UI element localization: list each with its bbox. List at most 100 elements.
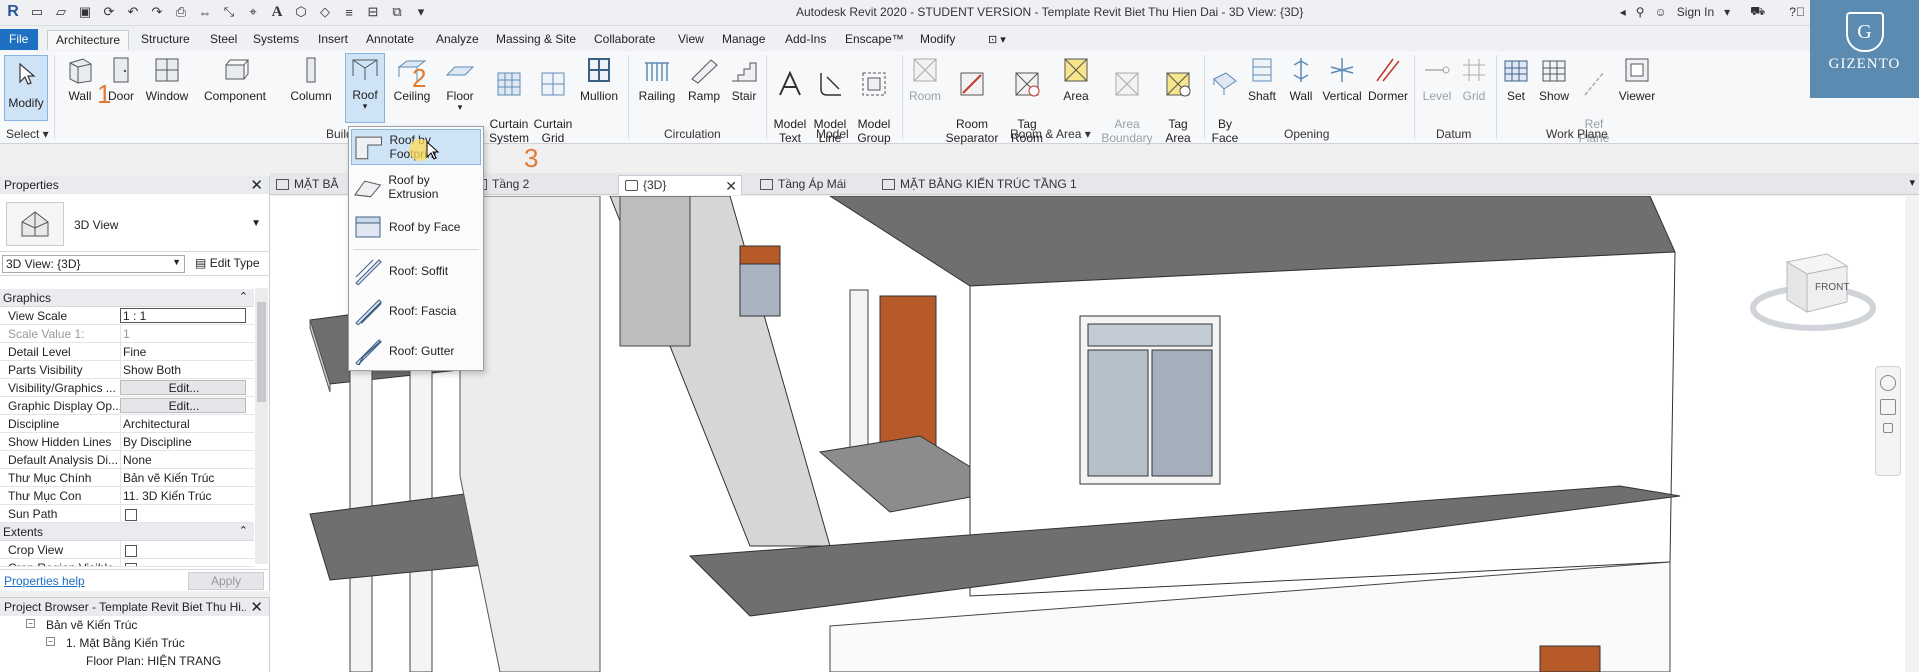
tab-massing-site[interactable]: Massing & Site	[488, 30, 584, 50]
default-analysis-field[interactable]: None	[120, 451, 254, 468]
mullion-button[interactable]: Mullion	[576, 55, 622, 103]
tag-area-button[interactable]: Tag Area	[1156, 55, 1200, 145]
railing-button[interactable]: Railing	[636, 55, 678, 103]
visibility-graphics-edit-button[interactable]: Edit...	[120, 380, 246, 395]
stair-button[interactable]: Stair	[726, 55, 762, 103]
save-icon[interactable]: ▣	[76, 3, 94, 21]
tab-manage[interactable]: Manage	[714, 30, 773, 50]
menu-item-roof-fascia[interactable]: Roof: Fascia	[351, 293, 481, 329]
menu-item-roof-by-face[interactable]: Roof by Face	[351, 209, 481, 245]
tab-modify[interactable]: Modify	[912, 30, 963, 50]
close-browser-icon[interactable]: ✕	[246, 598, 263, 616]
modify-button[interactable]: Modify	[4, 55, 48, 121]
room-separator-button[interactable]: Room Separator	[944, 55, 1000, 145]
viewport-scrollbar[interactable]	[1905, 196, 1919, 672]
binoculars-icon[interactable]: ⚲	[1636, 5, 1645, 19]
3d-view-icon[interactable]: ⬡	[292, 3, 310, 21]
view-tab-mat-bang[interactable]: MẶT BẰ	[270, 175, 346, 195]
tab-architecture[interactable]: Architecture	[47, 30, 130, 50]
tab-enscape[interactable]: Enscape™	[837, 30, 912, 50]
column-button[interactable]: Column	[288, 55, 334, 103]
parts-visibility-field[interactable]: Show Both	[120, 361, 254, 378]
main-folder-field[interactable]: Bản vẽ Kiến Trúc	[120, 469, 254, 486]
discipline-field[interactable]: Architectural	[120, 415, 254, 432]
show-hidden-lines-field[interactable]: By Discipline	[120, 433, 254, 450]
tree-item[interactable]: Floor Plan: HIỆN TRANG	[0, 652, 269, 670]
crop-view-checkbox[interactable]	[125, 545, 137, 557]
area-boundary-button[interactable]: Area Boundary	[1100, 55, 1154, 145]
view-instance-select[interactable]: 3D View: {3D} ▼	[2, 255, 185, 273]
graphic-display-edit-button[interactable]: Edit...	[120, 398, 246, 413]
sign-in-link[interactable]: Sign In	[1677, 5, 1714, 19]
roof-button[interactable]: Roof ▾	[345, 53, 385, 123]
print-icon[interactable]: ⎙	[172, 3, 190, 21]
detail-level-field[interactable]: Fine	[120, 343, 254, 360]
section-icon[interactable]: ◇	[316, 3, 334, 21]
tab-view[interactable]: View	[670, 30, 712, 50]
sun-path-checkbox[interactable]	[125, 509, 137, 521]
back-arrow-icon[interactable]: ◂	[1620, 5, 1626, 19]
viewcube[interactable]: FRONT	[1747, 236, 1879, 336]
menu-item-roof-gutter[interactable]: Roof: Gutter	[351, 333, 481, 369]
model-group-button[interactable]: Model Group	[852, 55, 896, 145]
switch-windows-icon[interactable]: ⧉	[388, 3, 406, 21]
scroll-thumb[interactable]	[257, 302, 266, 402]
opening-wall-button[interactable]: Wall	[1284, 55, 1318, 103]
section-graphics[interactable]: Graphics ⌃	[0, 289, 254, 307]
curtain-system-button[interactable]: Curtain System	[486, 55, 532, 145]
tab-systems[interactable]: Systems	[245, 30, 307, 50]
close-properties-icon[interactable]: ✕	[250, 176, 263, 194]
revit-logo-icon[interactable]: R	[4, 3, 22, 21]
panel-room-area[interactable]: Room & Area ▾	[1010, 127, 1091, 141]
tab-collaborate[interactable]: Collaborate	[586, 30, 663, 50]
open-file-icon[interactable]: ▭	[28, 3, 46, 21]
view-tab-mat-bang-tang-1[interactable]: MẶT BẰNG KIẾN TRÚC TẦNG 1	[876, 175, 1085, 195]
tab-structure[interactable]: Structure	[133, 30, 198, 50]
tree-item[interactable]: − Bản vẽ Kiến Trúc	[0, 616, 269, 634]
steering-wheel-icon[interactable]	[1880, 375, 1896, 391]
view-tab-3d[interactable]: {3D} ✕	[618, 175, 742, 195]
component-button[interactable]: Component	[202, 55, 268, 103]
vertical-button[interactable]: Vertical	[1320, 55, 1364, 103]
tab-steel[interactable]: Steel	[202, 30, 245, 50]
close-tab-icon[interactable]: ✕	[725, 178, 737, 195]
zoom-icon[interactable]	[1880, 399, 1896, 415]
tab-add-ins[interactable]: Add-Ins	[777, 30, 834, 50]
ribbon-minimize-icon[interactable]: ⊡ ▾	[980, 31, 1014, 51]
type-selector[interactable]: 3D View ▼	[0, 194, 269, 252]
tag-icon[interactable]: ⌖	[244, 3, 262, 21]
floor-button[interactable]: Floor ▾	[440, 55, 480, 112]
panel-select[interactable]: Select ▾	[6, 127, 49, 141]
shaft-button[interactable]: Shaft	[1242, 55, 1282, 103]
viewer-button[interactable]: Viewer	[1614, 55, 1660, 103]
measure-icon[interactable]: ⇔	[196, 3, 214, 21]
opening-by-face-button[interactable]: By Face	[1208, 55, 1242, 145]
room-button[interactable]: Room	[906, 55, 944, 103]
view-tab-tang-ap-mai[interactable]: Tầng Áp Mái	[754, 175, 854, 195]
undo-icon[interactable]: ↶	[124, 3, 142, 21]
view-scale-field[interactable]: 1 : 1	[120, 308, 246, 323]
grid-button[interactable]: Grid	[1456, 55, 1492, 103]
menu-item-roof-by-extrusion[interactable]: Roof by Extrusion	[351, 169, 481, 205]
close-hidden-icon[interactable]: ⊟	[364, 3, 382, 21]
wall-button[interactable]: Wall	[62, 55, 98, 103]
ramp-button[interactable]: Ramp	[686, 55, 722, 103]
text-icon[interactable]: A	[268, 3, 286, 21]
qat-customize-icon[interactable]: ▾	[412, 3, 430, 21]
tab-list-icon[interactable]: ▾	[1909, 176, 1915, 189]
tab-insert[interactable]: Insert	[310, 30, 356, 50]
apply-button[interactable]: Apply	[188, 572, 264, 590]
model-text-button[interactable]: Model Text	[770, 55, 810, 145]
tab-annotate[interactable]: Annotate	[358, 30, 422, 50]
set-button[interactable]: Set	[1498, 55, 1534, 103]
collapse-toggle-icon[interactable]: −	[26, 619, 35, 628]
level-button[interactable]: Level	[1418, 55, 1456, 103]
crop-region-visible-checkbox[interactable]	[125, 563, 137, 566]
folder-icon[interactable]: ▱	[52, 3, 70, 21]
help-icon[interactable]: ?⃝	[1789, 5, 1805, 19]
properties-scrollbar[interactable]	[255, 288, 268, 564]
sync-icon[interactable]: ⟳	[100, 3, 118, 21]
tab-file[interactable]: File	[0, 29, 38, 50]
window-button[interactable]: Window	[143, 55, 191, 103]
cart-icon[interactable]: ⛟	[1750, 4, 1765, 20]
